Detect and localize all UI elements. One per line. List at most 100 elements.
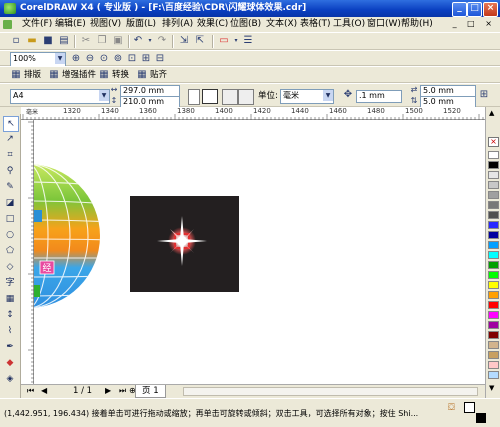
menu-window[interactable]: 窗口(W) <box>367 18 401 31</box>
text-tool-icon[interactable]: 字 <box>3 276 17 290</box>
color-swatch[interactable] <box>488 321 499 329</box>
launcher-dropdown-icon[interactable]: ▾ <box>230 35 242 47</box>
color-swatch[interactable] <box>488 231 499 239</box>
color-swatch[interactable] <box>488 181 499 189</box>
color-swatch[interactable] <box>488 351 499 359</box>
zoom-in-icon[interactable]: ⊕ <box>70 53 82 65</box>
outline-tool-icon[interactable]: ✒ <box>3 340 17 354</box>
zoom-out-icon[interactable]: ⊖ <box>84 53 96 65</box>
zoom-page-icon[interactable]: ⊡ <box>126 53 138 65</box>
color-swatch[interactable] <box>488 371 499 379</box>
polygon-tool-icon[interactable]: ⬠ <box>3 244 17 258</box>
zoom-all-objects-icon[interactable]: ⊚ <box>112 53 124 65</box>
color-swatch[interactable] <box>488 341 499 349</box>
table-tool-icon[interactable]: ▦ <box>3 292 17 306</box>
portrait-icon[interactable] <box>188 89 200 105</box>
zoom-height-icon[interactable]: ⊟ <box>154 53 166 65</box>
color-swatch[interactable] <box>488 281 499 289</box>
open-folder-icon[interactable]: ▬ <box>26 35 38 47</box>
export-icon[interactable]: ⇱ <box>194 35 206 47</box>
first-page-icon[interactable]: ⏮ <box>27 386 34 396</box>
no-color-swatch[interactable]: × <box>488 137 499 147</box>
fill-indicator-icon[interactable] <box>464 402 475 413</box>
interactive-fill-tool-icon[interactable]: ◈ <box>3 372 17 386</box>
dimension-tool-icon[interactable]: ↕ <box>3 308 17 322</box>
menu-effects[interactable]: 效果(C) <box>197 18 228 31</box>
new-document-icon[interactable]: ▫ <box>10 35 22 47</box>
zoom-level-combo[interactable]: 100% ▼ <box>10 52 66 67</box>
horizontal-scrollbar[interactable] <box>183 387 478 396</box>
current-page-icon[interactable] <box>238 89 254 105</box>
menu-view[interactable]: 视图(V) <box>90 18 121 31</box>
smart-fill-tool-icon[interactable]: ◪ <box>3 196 17 210</box>
pick-tool-icon[interactable]: ↖ <box>3 116 19 132</box>
color-swatch[interactable] <box>488 191 499 199</box>
close-button[interactable]: × <box>483 2 498 17</box>
drawing-canvas[interactable]: 经 <box>34 120 485 384</box>
enhance-plugin-button[interactable]: 增强插件 <box>62 69 96 81</box>
color-swatch[interactable] <box>488 261 499 269</box>
basic-shapes-tool-icon[interactable]: ◇ <box>3 260 17 274</box>
zoom-tool-icon[interactable]: ⚲ <box>3 164 17 178</box>
color-swatch[interactable] <box>488 151 499 159</box>
freehand-tool-icon[interactable]: ✎ <box>3 180 17 194</box>
maximize-button[interactable]: □ <box>467 2 482 17</box>
last-page-icon[interactable]: ⏭ <box>119 386 126 396</box>
paper-size-combo[interactable]: A4 ▼ <box>10 89 110 104</box>
color-swatch[interactable] <box>488 221 499 229</box>
rectangle-tool-icon[interactable]: □ <box>3 212 17 226</box>
zoom-width-icon[interactable]: ⊞ <box>140 53 152 65</box>
color-swatch[interactable] <box>488 301 499 309</box>
undo-icon[interactable]: ↶ <box>132 35 144 47</box>
color-swatch[interactable] <box>488 291 499 299</box>
menu-edit[interactable]: 编辑(E) <box>55 18 86 31</box>
vertical-ruler[interactable] <box>21 120 34 384</box>
color-swatch[interactable] <box>488 171 499 179</box>
color-swatch[interactable] <box>488 271 499 279</box>
crop-tool-icon[interactable]: ⌗ <box>3 148 17 162</box>
color-swatch[interactable] <box>488 211 499 219</box>
color-swatch[interactable] <box>488 241 499 249</box>
palette-scroll-down-icon[interactable]: ▼ <box>489 384 494 392</box>
page-tab[interactable]: 页 1 <box>135 385 166 398</box>
color-swatch[interactable] <box>488 311 499 319</box>
landscape-icon[interactable] <box>202 89 218 104</box>
convert-button[interactable]: 转换 <box>112 69 129 81</box>
flare-artwork[interactable] <box>130 196 239 292</box>
color-swatch[interactable] <box>488 251 499 259</box>
application-launcher-icon[interactable]: ▭ <box>218 35 230 47</box>
horizontal-ruler[interactable]: 毫米 1320 1340 1360 1380 1400 1420 1440 14… <box>21 107 485 120</box>
color-swatch[interactable] <box>488 161 499 169</box>
outline-indicator-icon[interactable] <box>476 413 486 423</box>
typeset-button[interactable]: 排版 <box>24 69 41 81</box>
import-icon[interactable]: ⇲ <box>178 35 190 47</box>
redo-icon[interactable]: ↷ <box>156 35 168 47</box>
palette-scroll-up-icon[interactable]: ▲ <box>489 109 494 117</box>
welcome-screen-icon[interactable]: ☰ <box>242 35 254 47</box>
next-page-icon[interactable]: ▶ <box>105 386 111 395</box>
cut-icon[interactable]: ✂ <box>80 35 92 47</box>
menu-arrange[interactable]: 排列(A) <box>162 18 193 31</box>
previous-page-icon[interactable]: ◀ <box>41 386 47 395</box>
fill-tool-icon[interactable]: ◆ <box>3 356 17 370</box>
tile-button[interactable]: 贴齐 <box>150 69 167 81</box>
document-window-controls[interactable]: _ □ × <box>453 19 496 28</box>
undo-dropdown-icon[interactable]: ▾ <box>144 35 156 47</box>
save-icon[interactable]: ■ <box>42 35 54 47</box>
menu-text[interactable]: 文本(X) <box>266 18 297 31</box>
menu-layout[interactable]: 版面(L) <box>126 18 156 31</box>
color-swatch[interactable] <box>488 201 499 209</box>
all-pages-icon[interactable] <box>222 89 238 105</box>
print-icon[interactable]: ▤ <box>58 35 70 47</box>
nudge-distance-field[interactable]: .1 mm <box>356 90 402 103</box>
color-swatch[interactable] <box>488 361 499 369</box>
page-options-icon[interactable]: ⊞ <box>478 89 490 101</box>
shining-sphere[interactable]: 经 <box>34 164 112 308</box>
units-combo[interactable]: 毫米 ▼ <box>280 89 334 104</box>
color-swatch[interactable] <box>488 331 499 339</box>
ellipse-tool-icon[interactable]: ○ <box>3 228 17 242</box>
shape-tool-icon[interactable]: ↗ <box>3 132 17 146</box>
menu-bitmaps[interactable]: 位图(B) <box>230 18 261 31</box>
minimize-button[interactable]: _ <box>452 2 467 17</box>
menu-file[interactable]: 文件(F) <box>22 18 52 31</box>
